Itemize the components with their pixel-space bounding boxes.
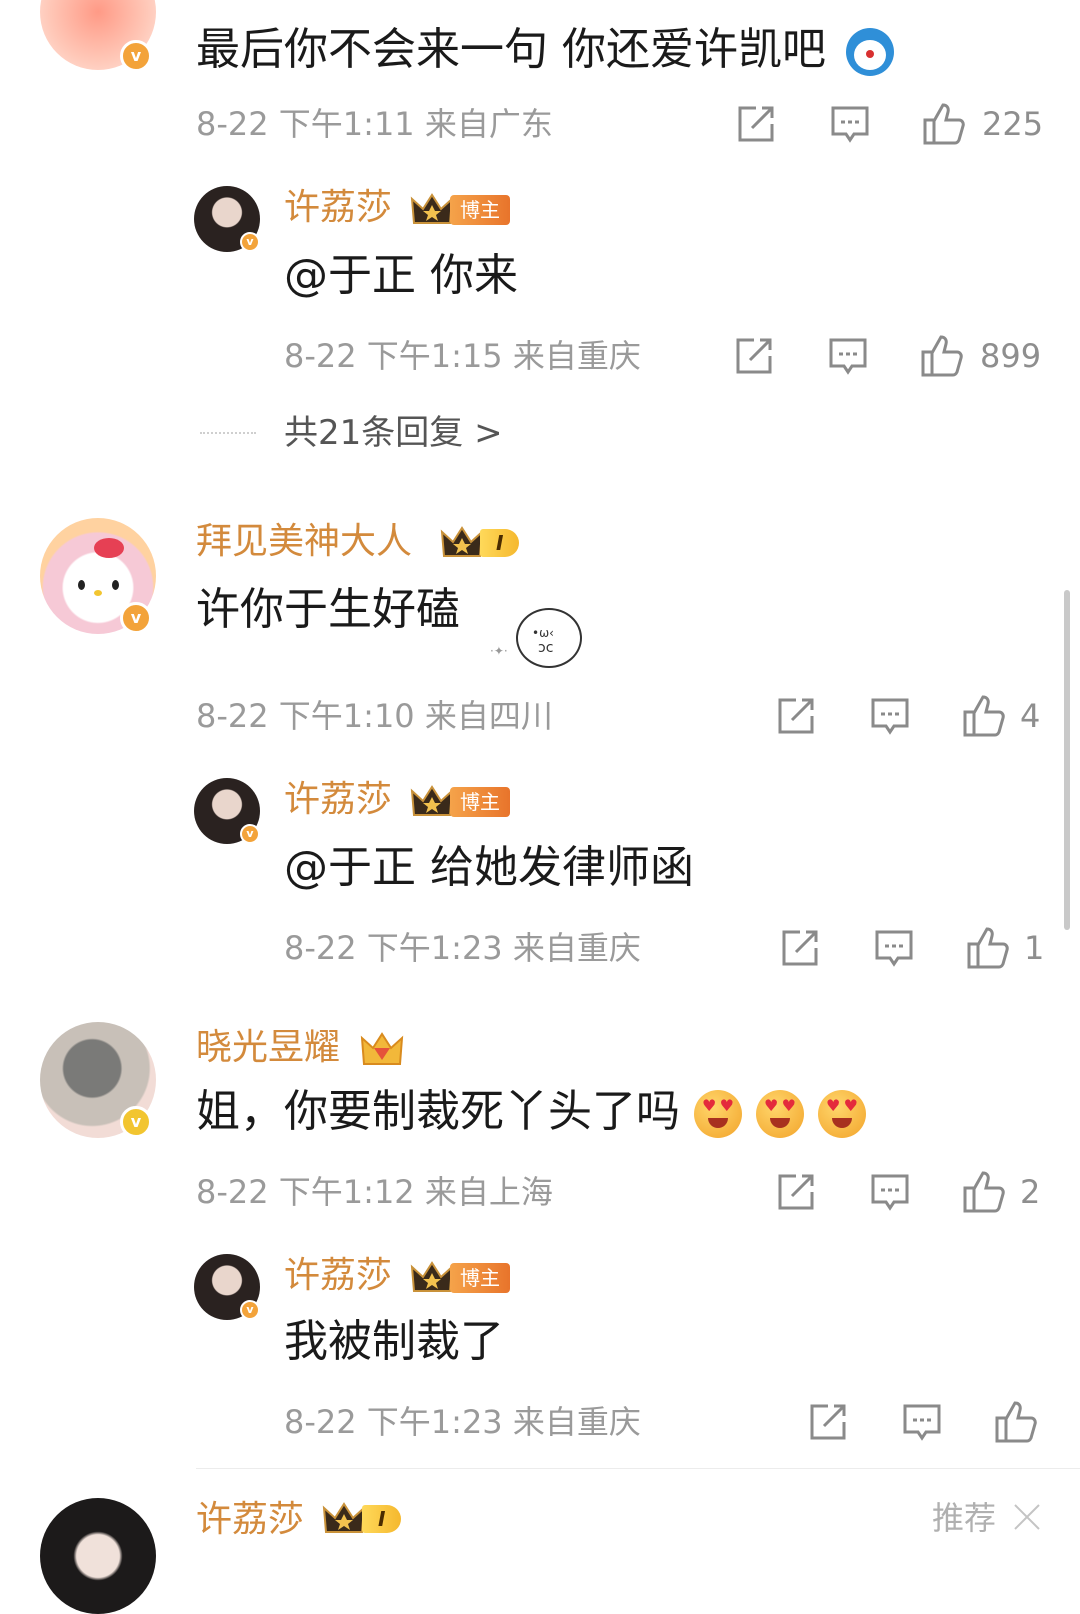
member-level-badge: I: [440, 526, 520, 560]
verified-icon: v: [240, 232, 260, 252]
verified-icon: v: [240, 824, 260, 844]
reply-meta: 8-22 下午1:23 来自重庆: [284, 1403, 641, 1441]
username[interactable]: 拜见美神大人: [196, 524, 412, 560]
reply-meta: 8-22 下午1:23 来自重庆: [284, 929, 641, 967]
like-icon[interactable]: [966, 926, 1010, 970]
share-icon[interactable]: [776, 1172, 816, 1212]
heart-eyes-emoji-icon: [756, 1090, 804, 1138]
username[interactable]: 晓光昱耀: [196, 1030, 340, 1066]
comment-text: 姐，你要制裁死丫头了吗: [196, 1090, 866, 1138]
more-replies-link[interactable]: 共21条回复 >: [284, 416, 503, 450]
doraemon-emoji-icon: [846, 28, 894, 76]
like-count: 2: [1020, 1173, 1041, 1211]
scrollbar[interactable]: [1064, 590, 1070, 930]
comment-icon[interactable]: [874, 928, 914, 968]
comment-icon[interactable]: [870, 1172, 910, 1212]
username[interactable]: 许荔莎: [284, 782, 392, 818]
like-count: 899: [980, 337, 1042, 375]
avatar[interactable]: [40, 1498, 156, 1614]
reply-text: @于正 你来: [284, 250, 518, 301]
username[interactable]: 许荔莎: [284, 1258, 392, 1294]
like-icon[interactable]: [962, 1170, 1006, 1214]
comment-icon[interactable]: [830, 104, 870, 144]
comment-text: 最后你不会来一句 你还爱许凯吧: [196, 28, 894, 76]
reply-text: @于正 给她发律师函: [284, 842, 694, 893]
divider: [196, 1468, 1080, 1469]
like-icon[interactable]: [994, 1400, 1038, 1444]
comment-icon[interactable]: [902, 1402, 942, 1442]
verified-icon: v: [120, 602, 152, 634]
heart-eyes-emoji-icon: [694, 1090, 742, 1138]
verified-icon: v: [120, 1106, 152, 1138]
member-level-badge: I: [322, 1502, 402, 1536]
heart-eyes-emoji-icon: [818, 1090, 866, 1138]
like-icon[interactable]: [922, 102, 966, 146]
comment-meta: 8-22 下午1:10 来自四川: [196, 697, 553, 735]
verified-icon: v: [240, 1300, 260, 1320]
comment-meta: 8-22 下午1:12 来自上海: [196, 1173, 553, 1211]
reply-meta: 8-22 下午1:15 来自重庆: [284, 337, 641, 375]
share-icon[interactable]: [808, 1402, 848, 1442]
username[interactable]: 许荔莎: [196, 1502, 304, 1538]
comment-text: 许你于生好磕: [196, 584, 460, 635]
username[interactable]: 许荔莎: [284, 190, 392, 226]
share-icon[interactable]: [734, 336, 774, 376]
crown-vip-icon: [360, 1030, 404, 1068]
reply-text: 我被制裁了: [284, 1316, 504, 1367]
comment-meta: 8-22 下午1:11 来自广东: [196, 105, 553, 143]
like-count: 1: [1024, 929, 1045, 967]
blogger-badge: 博主: [410, 785, 510, 819]
comment-icon[interactable]: [870, 696, 910, 736]
verified-icon: v: [120, 40, 152, 72]
like-count: 225: [982, 105, 1044, 143]
blogger-badge: 博主: [410, 193, 510, 227]
recommend-tag: 推荐: [932, 1499, 997, 1537]
blogger-badge: 博主: [410, 1261, 510, 1295]
comment-icon[interactable]: [828, 336, 868, 376]
like-count: 4: [1020, 697, 1041, 735]
like-icon[interactable]: [920, 334, 964, 378]
dotted-line: [200, 432, 256, 434]
close-icon[interactable]: [1012, 1502, 1042, 1532]
like-icon[interactable]: [962, 694, 1006, 738]
share-icon[interactable]: [780, 928, 820, 968]
bun-sticker-icon: •ω‹ ɔc ·✦·: [486, 604, 586, 668]
share-icon[interactable]: [736, 104, 776, 144]
share-icon[interactable]: [776, 696, 816, 736]
